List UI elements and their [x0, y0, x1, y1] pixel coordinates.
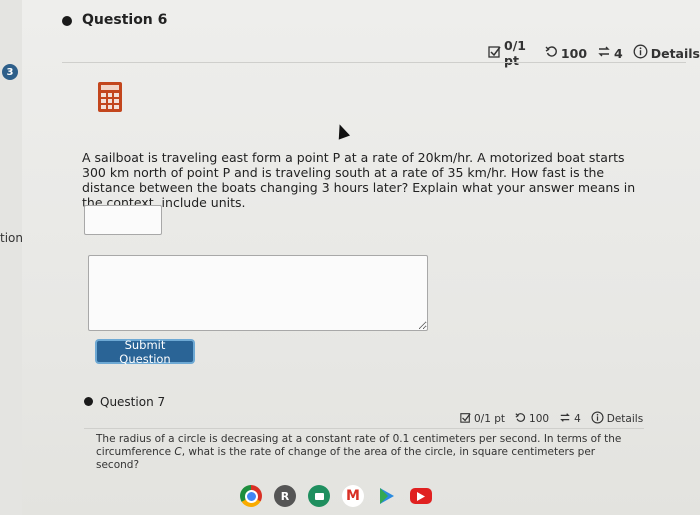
question-count-badge[interactable]: 3 — [2, 64, 18, 80]
calculator-icon[interactable] — [98, 82, 122, 112]
youtube-icon[interactable] — [410, 488, 432, 504]
retakes-icon — [597, 45, 611, 61]
question-7-text: The radius of a circle is decreasing at … — [96, 433, 636, 472]
left-sidebar: 3 tion — [0, 0, 23, 515]
explanation-textarea[interactable] — [88, 255, 428, 331]
question-6-attempts: 100 — [560, 45, 588, 61]
question-6-details-link[interactable]: Details — [651, 46, 700, 61]
question-7-bullet — [84, 397, 93, 406]
question-7-meta: 0/1 pt 100 4 Details — [460, 411, 643, 427]
question-6-divider — [62, 62, 686, 63]
retakes-icon — [559, 412, 571, 426]
question-7-attempts: 100 — [529, 413, 550, 425]
submit-question-button[interactable]: Submit Question — [97, 338, 193, 366]
question-7-details-link[interactable]: Details — [607, 413, 643, 425]
profile-avatar[interactable]: R — [274, 485, 296, 507]
details-info-icon[interactable] — [591, 411, 604, 427]
attempts-icon — [545, 45, 558, 61]
taskbar: R M — [240, 483, 432, 509]
question-7-retakes: 4 — [574, 413, 581, 425]
score-icon — [460, 412, 471, 426]
question-7-score: 0/1 pt — [474, 413, 506, 425]
question-7-divider — [84, 428, 644, 429]
attempts-icon — [515, 412, 526, 426]
gmail-icon[interactable]: M — [342, 485, 364, 507]
chrome-icon[interactable] — [240, 485, 262, 507]
score-icon — [488, 45, 501, 61]
meet-icon[interactable] — [308, 485, 330, 507]
question-6-title: Question 6 — [82, 12, 168, 28]
question-6-text: A sailboat is traveling east form a poin… — [82, 150, 636, 210]
answer-input[interactable] — [84, 205, 162, 235]
page: 3 tion Question 6 0/1 pt 100 4 Details A… — [0, 0, 700, 515]
question-6-bullet — [62, 16, 72, 26]
sidebar-partial-label[interactable]: tion — [0, 231, 23, 245]
mouse-cursor-icon — [333, 122, 351, 140]
question-6-score: 0/1 pt — [504, 38, 526, 68]
question-6-retakes: 4 — [614, 45, 623, 61]
question-7-title: Question 7 — [100, 395, 166, 409]
question-6-meta: 0/1 pt 100 4 Details — [488, 38, 700, 68]
details-info-icon[interactable] — [633, 44, 648, 62]
play-store-icon[interactable] — [376, 485, 398, 507]
question-7-variable: C — [174, 446, 182, 458]
